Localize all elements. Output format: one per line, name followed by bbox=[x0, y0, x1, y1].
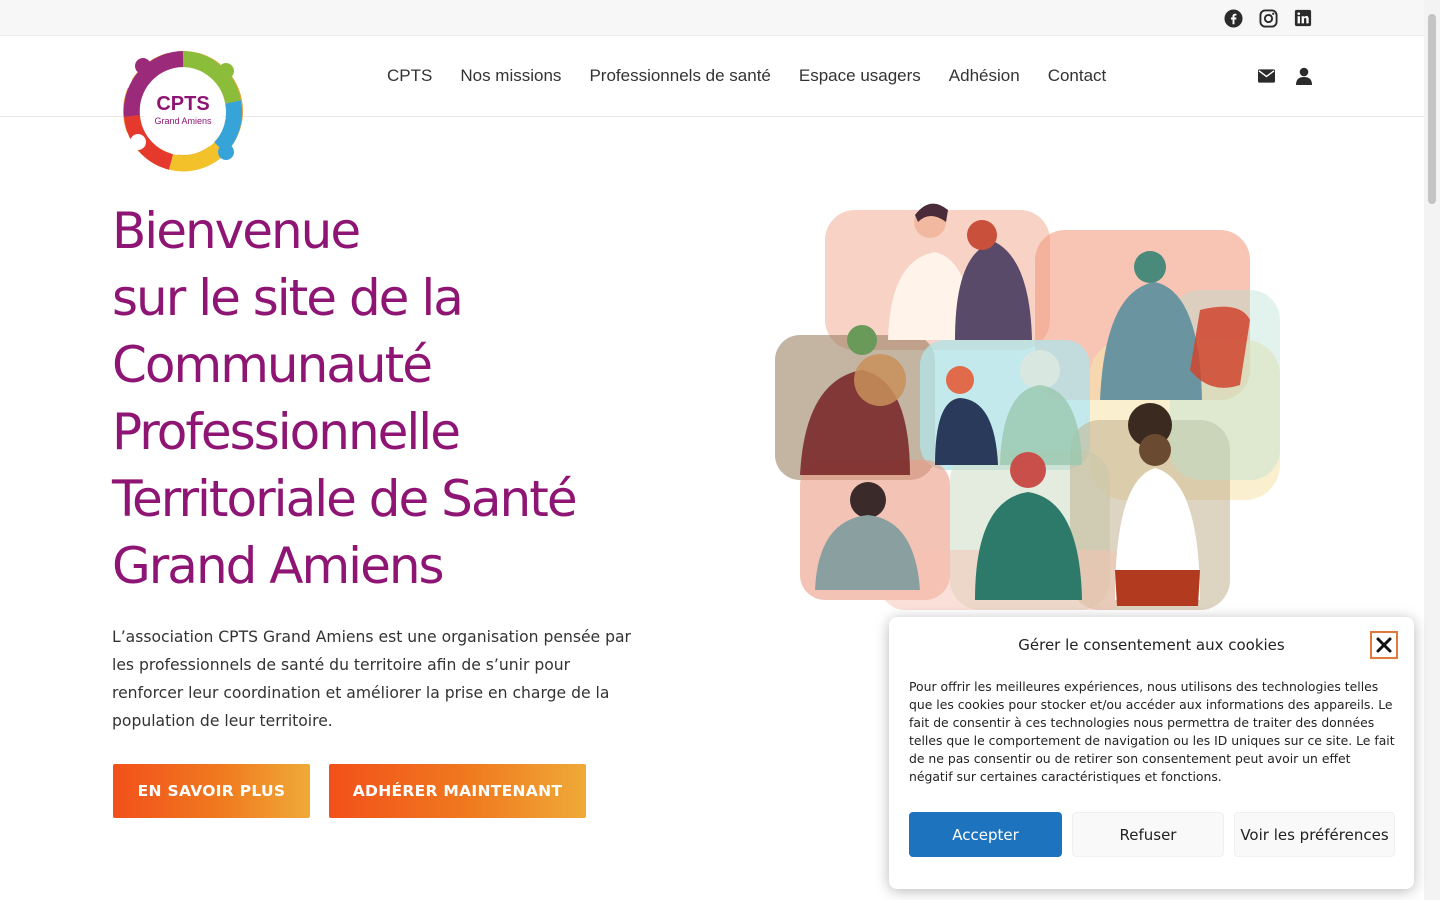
cpts-logo[interactable]: CPTS Grand Amiens bbox=[116, 44, 250, 178]
hero-title-line: Territoriale de Santé bbox=[112, 470, 578, 528]
hero-title-line: Communauté bbox=[112, 336, 433, 394]
instagram-icon[interactable] bbox=[1257, 7, 1279, 29]
hero-title-line: sur le site de la bbox=[112, 269, 464, 327]
user-icon[interactable] bbox=[1294, 66, 1314, 86]
header-icons bbox=[1256, 66, 1314, 86]
nav-item-contact[interactable]: Contact bbox=[1048, 66, 1107, 86]
health-professionals-illustration bbox=[770, 170, 1290, 620]
cookie-consent-dialog: Gérer le consentement aux cookies Pour o… bbox=[889, 617, 1414, 889]
nav-item-nos-missions[interactable]: Nos missions bbox=[460, 66, 561, 86]
nav-item-adhesion[interactable]: Adhésion bbox=[949, 66, 1020, 86]
nav-item-cpts[interactable]: CPTS bbox=[387, 66, 432, 86]
cookie-dialog-title: Gérer le consentement aux cookies bbox=[1018, 636, 1285, 654]
close-icon bbox=[1376, 637, 1392, 653]
adherer-maintenant-button[interactable]: ADHÉRER MAINTENANT bbox=[329, 764, 586, 818]
linkedin-icon[interactable] bbox=[1292, 7, 1314, 29]
hero-title-line: Bienvenue bbox=[112, 202, 361, 260]
refuse-cookies-button[interactable]: Refuser bbox=[1072, 812, 1224, 857]
hero-title: Bienvenue sur le site de la Communauté P… bbox=[112, 198, 712, 600]
hero-description: L’association CPTS Grand Amiens est une … bbox=[112, 628, 631, 730]
en-savoir-plus-button[interactable]: EN SAVOIR PLUS bbox=[113, 764, 310, 818]
close-button[interactable] bbox=[1370, 631, 1398, 659]
nav-item-espace-usagers[interactable]: Espace usagers bbox=[799, 66, 921, 86]
nav-item-professionnels[interactable]: Professionnels de santé bbox=[589, 66, 770, 86]
page-scrollbar[interactable] bbox=[1424, 0, 1440, 900]
view-preferences-button[interactable]: Voir les préférences bbox=[1234, 812, 1395, 857]
hero-title-line: Grand Amiens bbox=[112, 537, 445, 595]
top-social-bar bbox=[0, 0, 1424, 36]
cookie-description: Pour offrir les meilleures expériences, … bbox=[909, 679, 1395, 784]
social-links bbox=[1222, 7, 1314, 29]
facebook-icon[interactable] bbox=[1222, 7, 1244, 29]
logo-title: CPTS bbox=[156, 93, 209, 115]
main-nav: CPTS Nos missions Professionnels de sant… bbox=[387, 66, 1106, 86]
logo-subtitle: Grand Amiens bbox=[154, 116, 212, 126]
scrollbar-thumb[interactable] bbox=[1428, 14, 1436, 204]
accept-cookies-button[interactable]: Accepter bbox=[909, 812, 1062, 857]
hero-title-line: Professionnelle bbox=[112, 403, 461, 461]
envelope-icon[interactable] bbox=[1256, 66, 1276, 86]
